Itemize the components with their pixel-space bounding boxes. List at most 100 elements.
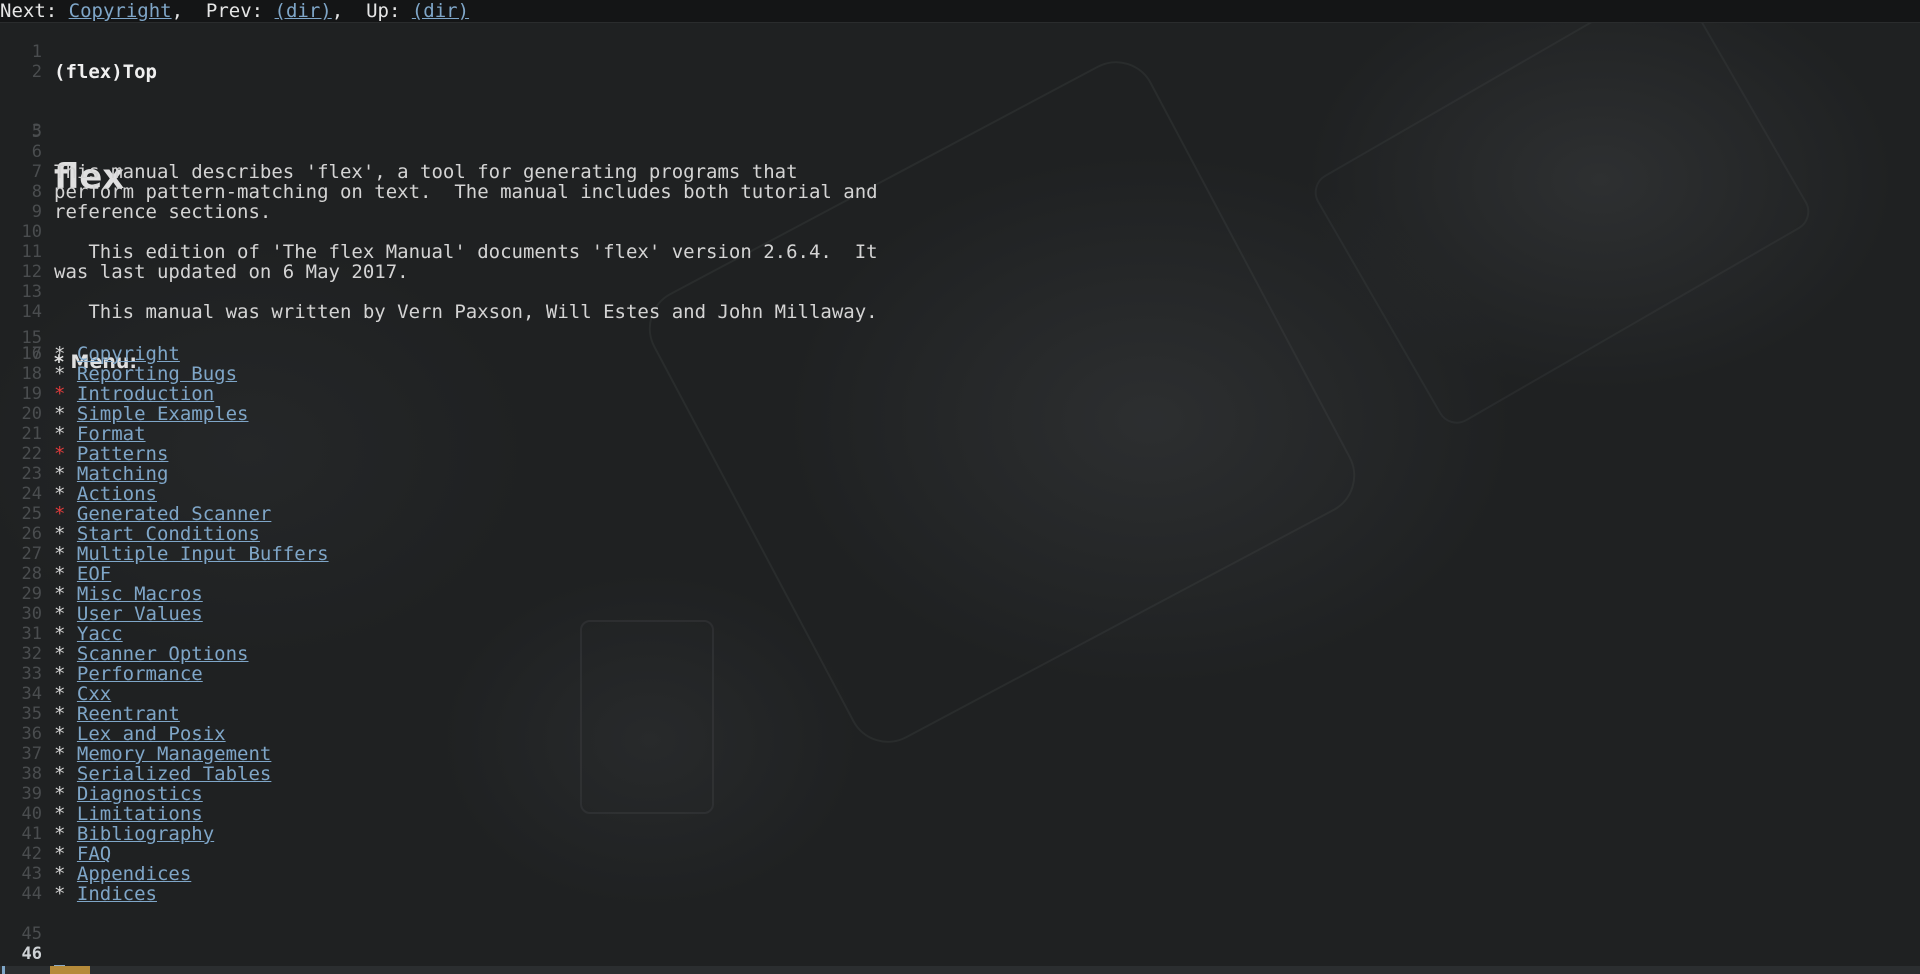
menu-item-link[interactable]: Bibliography [77, 823, 214, 845]
menu-line: 40 * Limitations [0, 804, 1920, 824]
next-node-link[interactable]: Copyright [69, 0, 172, 22]
menu-bullet: * [54, 763, 66, 785]
menu-item-link[interactable]: Actions [77, 483, 157, 505]
line-number: 34 [21, 684, 42, 704]
menu-item-link[interactable]: Start Conditions [77, 523, 260, 545]
menu-item-link[interactable]: Scanner Options [77, 643, 249, 665]
line-number: 27 [21, 544, 42, 564]
menu-line: 29 * Misc Macros [0, 584, 1920, 604]
menu-line: 30 * User Values [0, 604, 1920, 624]
line-number: 43 [21, 864, 42, 884]
menu-line: 19 * Introduction [0, 384, 1920, 404]
line-number: 23 [21, 464, 42, 484]
menu-line: 32 * Scanner Options [0, 644, 1920, 664]
buffer-line: 47 [0, 944, 1920, 974]
menu-bullet: * [54, 423, 66, 445]
line-number: 40 [21, 804, 42, 824]
line-number: 38 [21, 764, 42, 784]
menu-bullet: * [54, 843, 66, 865]
menu-bullet: * [54, 863, 66, 885]
menu-line: 28 * EOF [0, 564, 1920, 584]
menu-bullet: * [54, 723, 66, 745]
line-number: 31 [21, 624, 42, 644]
menu-item-link[interactable]: Lex and Posix [77, 723, 226, 745]
up-label: , Up: [331, 0, 412, 22]
buffer-line: 11 was last updated on 6 May 2017. [0, 222, 1920, 282]
menu-item-link[interactable]: Cxx [77, 683, 111, 705]
menu-item-link[interactable]: EOF [77, 563, 111, 585]
buffer-line: 12 [0, 242, 1920, 282]
buffer-line: 45 [0, 904, 1920, 944]
menu-line: 33 * Performance [0, 664, 1920, 684]
up-node-link[interactable]: (dir) [412, 0, 469, 22]
line-number: 26 [21, 524, 42, 544]
menu-line: 18 * Reporting Bugs [0, 364, 1920, 384]
menu-item-link[interactable]: Performance [77, 663, 203, 685]
menu-item-link[interactable]: Reentrant [77, 703, 180, 725]
menu-line: 42 * FAQ [0, 844, 1920, 864]
line-number: 22 [21, 444, 42, 464]
menu-bullet: * [54, 783, 66, 805]
menu-list: 17 * Copyright 18 * Reporting Bugs 19 * Intro… [0, 344, 1920, 904]
menu-item-link[interactable]: Diagnostics [77, 783, 203, 805]
menu-item-link[interactable]: Simple Examples [77, 403, 249, 425]
line-number: 18 [21, 364, 42, 384]
menu-item-link[interactable]: Limitations [77, 803, 203, 825]
menu-item-link[interactable]: Matching [77, 463, 169, 485]
menu-bullet: * [54, 823, 66, 845]
menu-bullet: * [54, 643, 66, 665]
menu-line: 34 * Cxx [0, 684, 1920, 704]
menu-bullet: * [54, 563, 66, 585]
menu-item-link[interactable]: Indices [77, 883, 157, 905]
line-number: 21 [21, 424, 42, 444]
menu-item-link[interactable]: Generated Scanner [77, 503, 271, 525]
menu-item-link[interactable]: Copyright [77, 343, 180, 365]
menu-item-link[interactable]: Appendices [77, 863, 191, 885]
menu-item-link[interactable]: Misc Macros [77, 583, 203, 605]
menu-item-link[interactable]: Reporting Bugs [77, 363, 237, 385]
menu-line: 39 * Diagnostics [0, 784, 1920, 804]
buffer-line: 5 [0, 102, 1920, 142]
menu-line: 27 * Multiple Input Buffers [0, 544, 1920, 564]
buffer-line: 6 This manual describes 'flex', a tool f… [0, 122, 1920, 182]
menu-bullet: * [54, 343, 66, 365]
menu-line: 21 * Format [0, 424, 1920, 444]
line-number: 35 [21, 704, 42, 724]
menu-item-link[interactable]: Patterns [77, 443, 169, 465]
menu-line: 41 * Bibliography [0, 824, 1920, 844]
menu-line: 38 * Serialized Tables [0, 764, 1920, 784]
menu-bullet: * [54, 543, 66, 565]
menu-bullet: * [54, 523, 66, 545]
buffer-line: 3 flex [0, 62, 1920, 197]
info-header-line: Next: Copyright, Prev: (dir), Up: (dir) [0, 0, 1920, 23]
line-number: 44 [21, 884, 42, 904]
menu-item-link[interactable]: Multiple Input Buffers [77, 543, 329, 565]
menu-item-link[interactable]: User Values [77, 603, 203, 625]
menu-bullet: * [54, 503, 66, 525]
menu-item-link[interactable]: Yacc [77, 623, 123, 645]
buffer-line: 46 -- The Detailed Node Listing -- [0, 924, 1920, 974]
menu-bullet: * [54, 683, 66, 705]
line-number: 25 [21, 504, 42, 524]
prev-node-link[interactable]: (dir) [275, 0, 332, 22]
buffer-line: 2 [0, 42, 1920, 82]
menu-item-link[interactable]: Serialized Tables [77, 763, 271, 785]
line-number: 30 [21, 604, 42, 624]
buffer-line: 16 [0, 324, 1920, 364]
menu-line: 36 * Lex and Posix [0, 724, 1920, 744]
line-number: 42 [21, 844, 42, 864]
menu-item-link[interactable]: Format [77, 423, 146, 445]
menu-item-link[interactable]: FAQ [77, 843, 111, 865]
menu-line: 26 * Start Conditions [0, 524, 1920, 544]
buffer-line: 1 (flex)Top [0, 22, 1920, 82]
info-buffer[interactable]: 1 (flex)Top 2 3 flex 5 6 This manual des… [0, 22, 1920, 974]
menu-bullet: * [54, 743, 66, 765]
menu-line: 31 * Yacc [0, 624, 1920, 644]
buffer-line: 13 This manual was written by Vern Paxso… [0, 262, 1920, 322]
menu-item-link[interactable]: Introduction [77, 383, 214, 405]
menu-line: 43 * Appendices [0, 864, 1920, 884]
menu-item-link[interactable]: Memory Management [77, 743, 271, 765]
line-number: 19 [21, 384, 42, 404]
menu-bullet: * [54, 583, 66, 605]
menu-line: 24 * Actions [0, 484, 1920, 504]
